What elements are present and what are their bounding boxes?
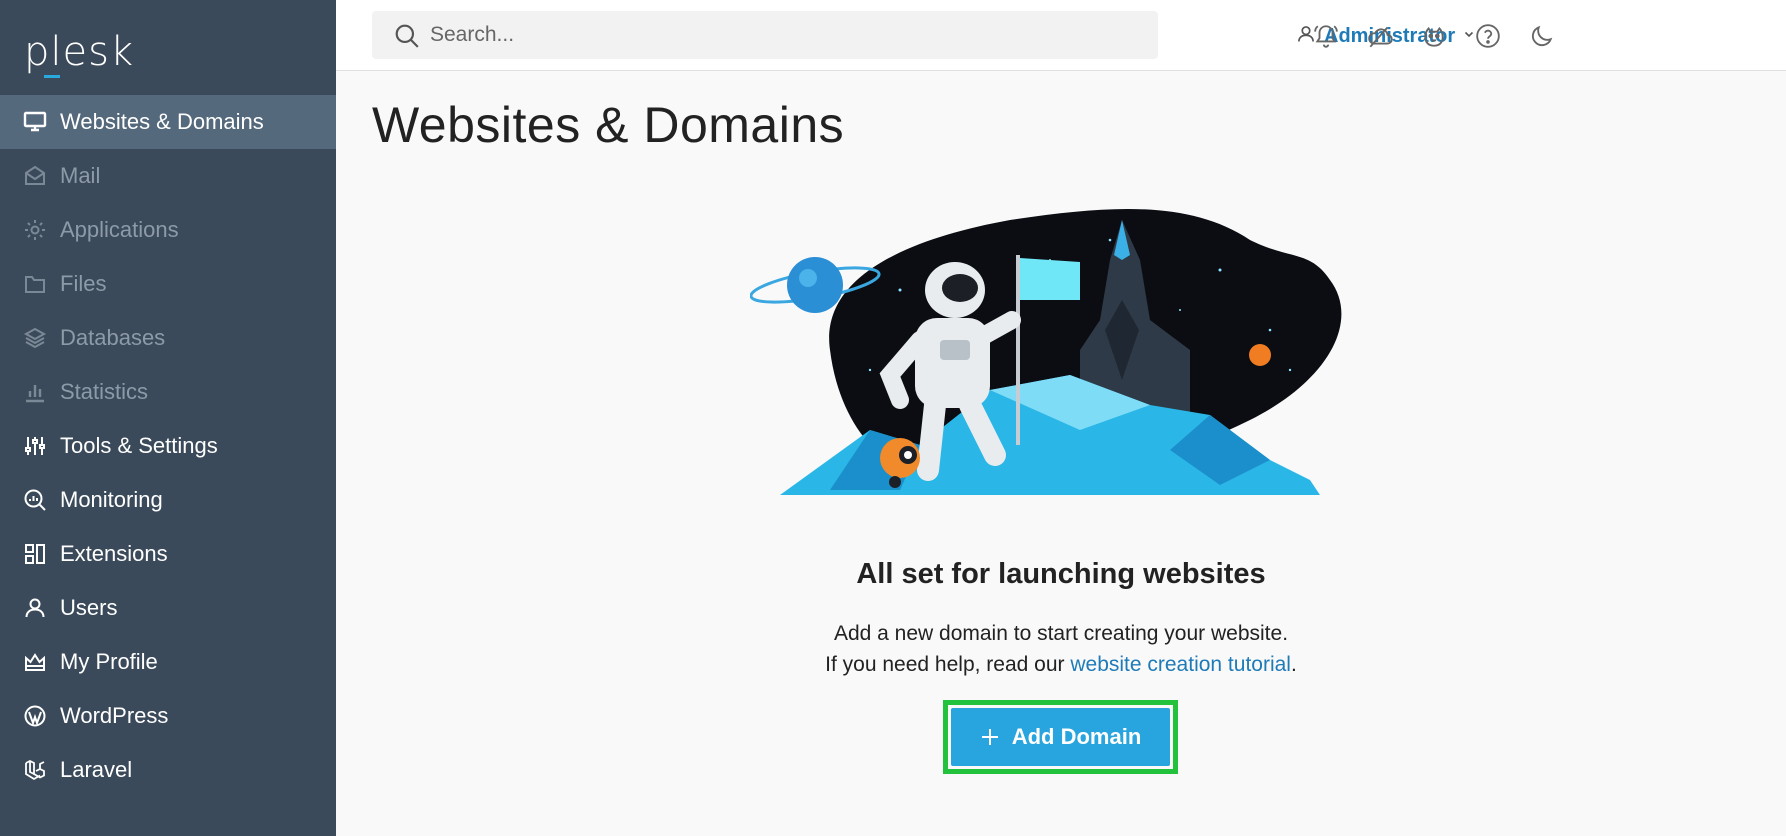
- description-prefix: If you need help, read our: [825, 653, 1071, 676]
- sidebar-item-mail[interactable]: Mail: [0, 149, 336, 203]
- crown-icon: [22, 649, 48, 675]
- sidebar-item-statistics[interactable]: Statistics: [0, 365, 336, 419]
- user-icon: [22, 595, 48, 621]
- sliders-icon: [22, 433, 48, 459]
- description-suffix: .: [1290, 653, 1297, 676]
- sidebar-nav: Websites & Domains Mail Applications Fil…: [0, 95, 336, 797]
- search-bar[interactable]: [372, 11, 1158, 59]
- description-line-1: Add a new domain to start creating your …: [833, 622, 1289, 645]
- layers-icon: [22, 325, 48, 351]
- top-header: Administrator: [336, 0, 1786, 71]
- add-domain-button[interactable]: Add Domain: [951, 708, 1170, 766]
- monitor-icon: [22, 109, 48, 135]
- sidebar: plesk Websites & Domains Mail Applicatio…: [0, 0, 336, 836]
- search-icon: [394, 23, 420, 54]
- sidebar-item-files[interactable]: Files: [0, 257, 336, 311]
- sidebar-item-tools-settings[interactable]: Tools & Settings: [0, 419, 336, 473]
- logo-underline: [44, 75, 60, 78]
- sidebar-item-label: My Profile: [60, 649, 158, 674]
- sidebar-item-label: Tools & Settings: [60, 433, 218, 458]
- sidebar-item-label: Laravel: [60, 757, 133, 782]
- laravel-icon: [22, 757, 48, 783]
- sidebar-item-label: Extensions: [60, 541, 168, 566]
- sidebar-item-laravel[interactable]: Laravel: [0, 743, 336, 797]
- website-creation-tutorial-link[interactable]: website creation tutorial: [1070, 653, 1291, 676]
- sidebar-item-users[interactable]: Users: [0, 581, 336, 635]
- sidebar-item-applications[interactable]: Applications: [0, 203, 336, 257]
- sidebar-item-wordpress[interactable]: WordPress: [0, 689, 336, 743]
- logo-text: plesk: [24, 29, 135, 75]
- theme-mascot-icon[interactable]: [1418, 20, 1450, 52]
- magnifier-chart-icon: [22, 487, 48, 513]
- astronaut-illustration: [749, 200, 1380, 505]
- empty-state-description: Add a new domain to start creating your …: [336, 618, 1786, 680]
- sidebar-item-extensions[interactable]: Extensions: [0, 527, 336, 581]
- bar-chart-icon: [22, 379, 48, 405]
- sidebar-item-websites-domains[interactable]: Websites & Domains: [0, 95, 336, 149]
- extensions-icon: [22, 541, 48, 567]
- plesk-logo[interactable]: plesk: [24, 22, 135, 78]
- cloud-icon[interactable]: [1364, 20, 1396, 52]
- sidebar-item-label: Mail: [60, 163, 101, 188]
- gear-icon: [22, 217, 48, 243]
- dark-mode-icon[interactable]: [1526, 20, 1558, 52]
- sidebar-item-my-profile[interactable]: My Profile: [0, 635, 336, 689]
- sidebar-item-label: Statistics: [60, 379, 149, 404]
- sidebar-item-label: Users: [60, 595, 118, 620]
- help-icon[interactable]: [1472, 20, 1504, 52]
- sidebar-item-label: Files: [60, 271, 107, 296]
- add-domain-label: Add Domain: [1011, 724, 1142, 749]
- sidebar-item-label: Applications: [60, 217, 179, 242]
- plus-icon: [980, 727, 1000, 747]
- wordpress-icon: [22, 703, 48, 729]
- sidebar-item-monitoring[interactable]: Monitoring: [0, 473, 336, 527]
- notifications-icon[interactable]: [1310, 20, 1342, 52]
- description-line-2: If you need help, read our website creat…: [336, 649, 1786, 680]
- search-input[interactable]: [430, 23, 1110, 47]
- sidebar-item-label: Databases: [60, 325, 166, 350]
- mail-icon: [22, 163, 48, 189]
- sidebar-item-databases[interactable]: Databases: [0, 311, 336, 365]
- page-title: Websites & Domains: [372, 97, 845, 153]
- sidebar-item-label: WordPress: [60, 703, 169, 728]
- sidebar-item-label: Websites & Domains: [60, 109, 264, 134]
- empty-state-title: All set for launching websites: [856, 558, 1266, 590]
- add-domain-highlight: Add Domain: [943, 700, 1178, 774]
- sidebar-item-label: Monitoring: [60, 487, 163, 512]
- folder-icon: [22, 271, 48, 297]
